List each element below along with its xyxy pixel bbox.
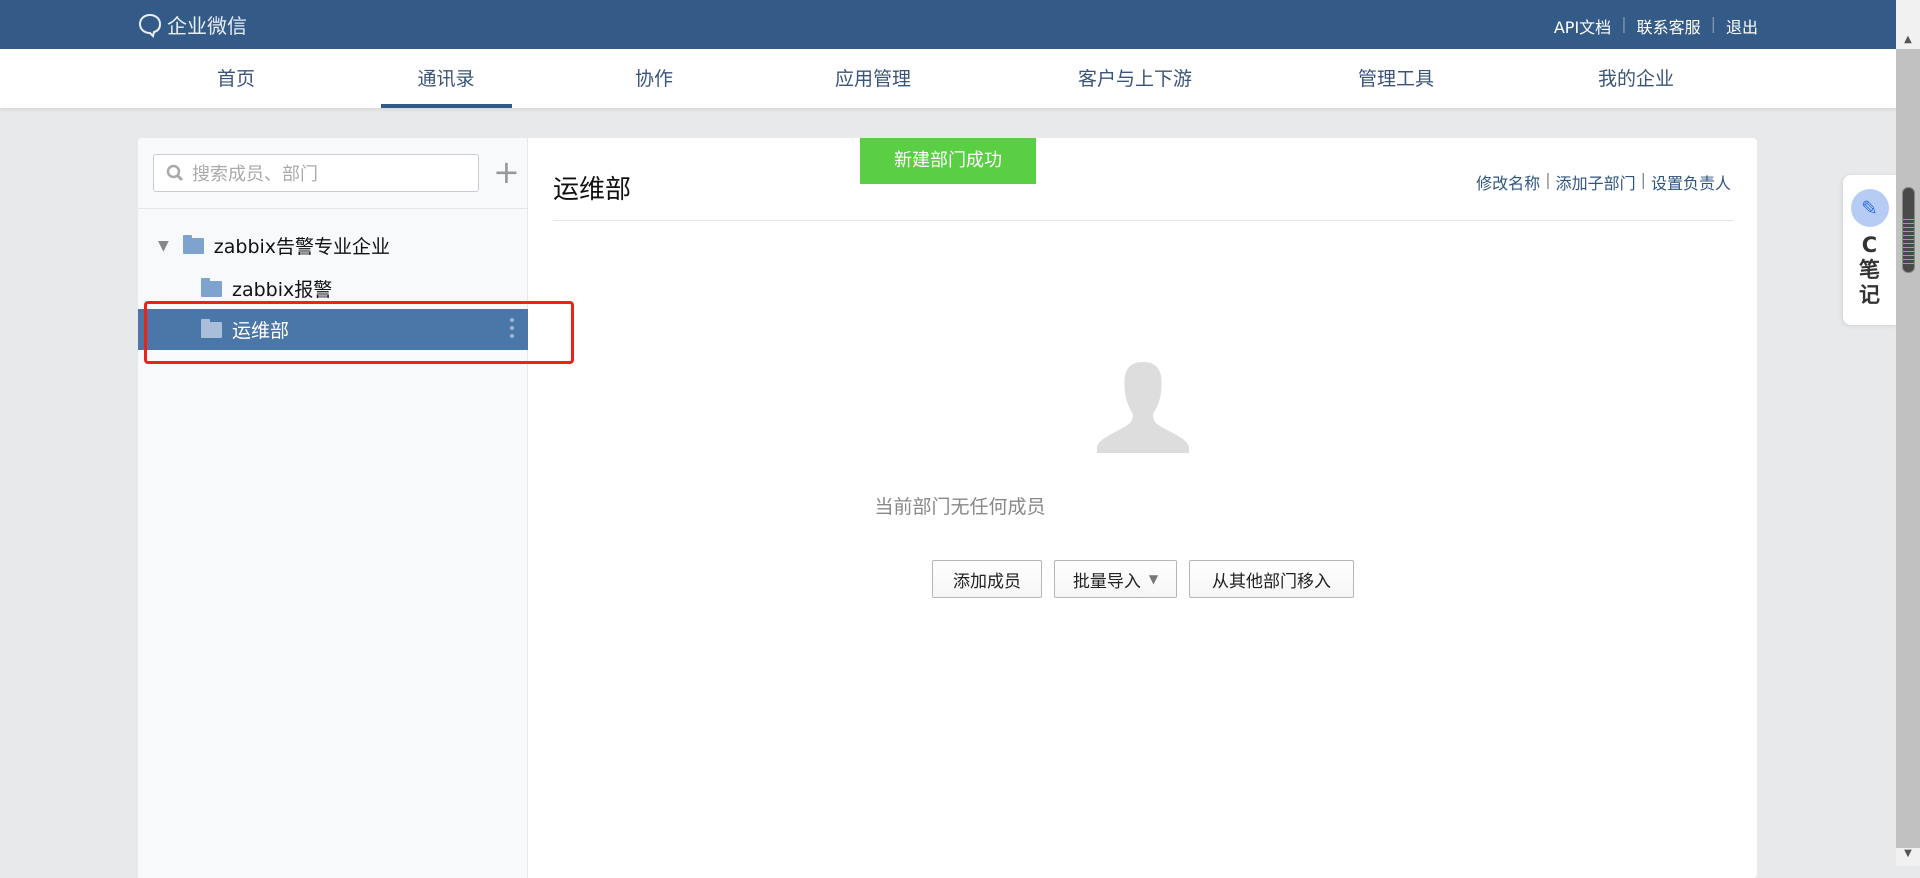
logo-text: 企业微信 [167,14,247,38]
main-nav: 首页 通讯录 协作 应用管理 客户与上下游 管理工具 我的企业 [0,49,1896,108]
add-button[interactable]: + [493,152,520,192]
tree-item-label: zabbix报警 [232,279,333,301]
widget-label: 记 [1859,283,1880,307]
divider [553,220,1734,221]
tab-apps[interactable]: 应用管理 [835,49,911,108]
button-label: 从其他部门移入 [1212,571,1331,592]
divider: | [1621,14,1627,33]
widget-label: C [1861,233,1878,257]
button-label: 添加成员 [953,571,1021,592]
search-icon [166,164,184,182]
logo[interactable]: 企业微信 [137,10,247,39]
contact-support-link[interactable]: 联系客服 [1637,14,1701,38]
empty-state-text: 当前部门无任何成员 [874,496,1046,518]
logout-link[interactable]: 退出 [1726,14,1758,38]
search-placeholder: 搜索成员、部门 [192,164,318,185]
divider: | [1545,170,1551,189]
scrollbar[interactable]: ▲ ▼ [1896,0,1920,866]
add-subdepartment-link[interactable]: 添加子部门 [1556,170,1636,194]
scrollbar-thumb[interactable] [1902,187,1915,273]
tab-my-company[interactable]: 我的企业 [1598,49,1674,108]
batch-import-button[interactable]: 批量导入 ▼ [1054,560,1177,598]
tab-customers[interactable]: 客户与上下游 [1078,49,1192,108]
tree-item-label: zabbix告警专业企业 [213,236,391,258]
chat-bubble-icon [138,13,162,38]
top-bar: 企业微信 API文档 | 联系客服 | 退出 [0,0,1896,49]
add-member-button[interactable]: 添加成员 [932,560,1042,598]
search-input[interactable]: 搜索成员、部门 [153,154,479,192]
caret-down-icon[interactable]: ▼ [158,238,169,254]
divider [138,208,528,209]
caret-down-icon: ▼ [1148,572,1159,586]
folder-icon [201,277,222,297]
divider: | [1710,14,1716,33]
api-docs-link[interactable]: API文档 [1554,14,1611,38]
rename-link[interactable]: 修改名称 [1476,170,1540,194]
set-leader-link[interactable]: 设置负责人 [1651,170,1731,194]
notes-feather-icon: ✎ [1850,189,1889,227]
move-from-other-button[interactable]: 从其他部门移入 [1189,560,1354,598]
tab-contacts[interactable]: 通讯录 [417,49,474,108]
tab-home[interactable]: 首页 [217,49,255,108]
button-label: 批量导入 [1072,571,1141,592]
tab-tools[interactable]: 管理工具 [1358,49,1434,108]
success-toast: 新建部门成功 [860,138,1036,184]
folder-icon [182,234,204,254]
scroll-up-icon[interactable]: ▲ [1896,0,1920,49]
scroll-down-icon[interactable]: ▼ [1896,848,1920,866]
highlight-box [144,301,574,364]
tree-item-root[interactable]: ▼ zabbix告警专业企业 [138,225,528,266]
c-notes-widget[interactable]: ✎ C 笔 记 [1843,175,1896,325]
active-tab-indicator [381,104,512,108]
empty-avatar-icon [1097,362,1189,453]
divider: | [1640,170,1646,189]
tab-collaboration[interactable]: 协作 [635,49,673,108]
department-title: 运维部 [553,175,632,205]
widget-label: 笔 [1859,258,1880,282]
